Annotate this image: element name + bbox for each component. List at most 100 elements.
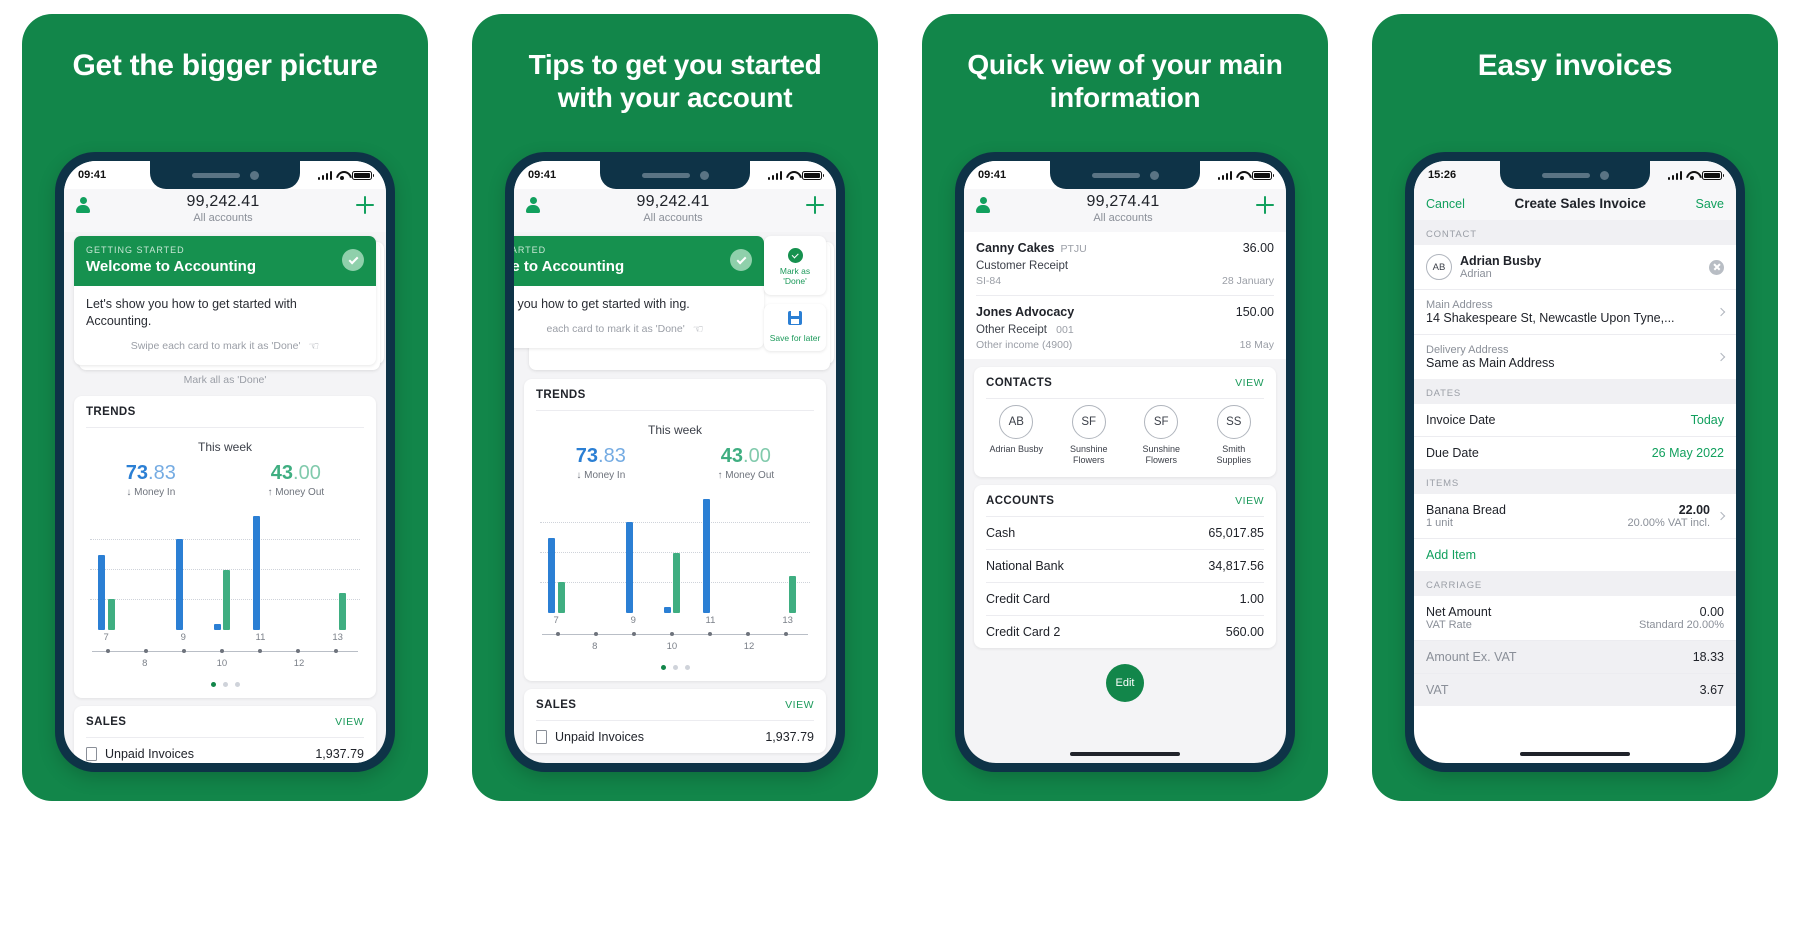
money-out-label: Money Out [725, 469, 775, 481]
sales-view-link[interactable]: VIEW [335, 716, 364, 728]
invoice-date-row[interactable]: Invoice Date Today [1414, 404, 1736, 436]
sales-view-link[interactable]: VIEW [785, 699, 814, 711]
contacts-heading: CONTACTS [986, 377, 1053, 389]
promo-panel-4: Easy invoices 15:26 Cancel Create Sales … [1350, 0, 1800, 943]
unpaid-invoices-label: Unpaid Invoices [555, 729, 644, 744]
unpaid-invoices-row[interactable]: Unpaid Invoices 1,937.79 [74, 738, 376, 763]
chart-bar [214, 623, 222, 630]
check-circle-icon[interactable] [342, 249, 364, 271]
getting-started-header: STARTED me to Accounting [514, 236, 764, 286]
account-row[interactable]: National Bank 34,817.56 [974, 550, 1276, 582]
page-title: Create Sales Invoice [1514, 196, 1646, 211]
screenshot-stage: Get the bigger picture 09:41 99,242.41 A… [0, 0, 1800, 943]
status-time: 15:26 [1428, 169, 1457, 181]
item-name: Banana Bread [1426, 503, 1506, 517]
contact-row[interactable]: AB Adrian Busby Adrian [1414, 245, 1736, 289]
save-for-later-action[interactable]: Save for later [764, 303, 826, 352]
invoice-item-row[interactable]: Banana Bread 1 unit 22.00 20.00% VAT inc… [1414, 494, 1736, 538]
carousel-dots[interactable] [524, 655, 826, 681]
account-row[interactable]: Credit Card 1.00 [974, 583, 1276, 615]
accounts-subtitle: All accounts [193, 212, 253, 224]
account-label: National Bank [986, 558, 1064, 573]
account-row[interactable]: Credit Card 2 560.00 [974, 616, 1276, 648]
edit-button[interactable]: Edit [1106, 663, 1144, 702]
trends-bar-chart [90, 510, 360, 630]
unpaid-invoices-label: Unpaid Invoices [105, 746, 194, 761]
chart-tick-label: 13 [332, 631, 343, 643]
vat-row[interactable]: VAT 3.67 [1414, 673, 1736, 706]
plus-icon[interactable] [1256, 196, 1274, 214]
accounts-view-link[interactable]: VIEW [1235, 495, 1264, 507]
clear-contact-icon[interactable] [1709, 259, 1724, 275]
unpaid-invoices-row[interactable]: Unpaid Invoices 1,937.79 [524, 721, 826, 753]
chart-bar [789, 575, 797, 613]
delivery-address-row[interactable]: Delivery Address Same as Main Address [1414, 334, 1736, 379]
getting-started-card[interactable]: STARTED me to Accounting ow you how to g… [514, 236, 764, 348]
wifi-icon [1686, 171, 1698, 180]
account-row[interactable]: Cash 65,017.85 [974, 517, 1276, 549]
delivery-address-label: Delivery Address [1426, 344, 1509, 356]
person-icon[interactable] [76, 197, 90, 213]
money-out-dec: .00 [743, 444, 771, 467]
swipe-hint-label: each card to mark it as 'Done' [546, 322, 685, 335]
app-header: 99,242.41 All accounts [64, 189, 386, 232]
getting-started-section: Mark as 'Done' Save for later STARTED [514, 232, 836, 379]
sales-heading: SALES [536, 698, 577, 711]
axis-tick [707, 631, 712, 636]
item-amount: 22.00 [1678, 503, 1710, 517]
chart-tick-label: 8 [592, 640, 598, 652]
camera-icon [699, 170, 709, 180]
money-out-label: Money Out [275, 486, 325, 498]
due-date-row[interactable]: Due Date 26 May 2022 [1414, 436, 1736, 469]
chart-tick-label: 11 [705, 614, 716, 626]
axis-tick [333, 648, 338, 653]
transaction-row[interactable]: Jones Advocacy 150.00 Other Receipt 001 … [964, 296, 1286, 359]
camera-icon [1599, 170, 1609, 180]
contact-item[interactable]: SS Smith Supplies [1206, 405, 1262, 467]
chart-bar [223, 569, 231, 630]
chart-tick-label: 9 [180, 631, 186, 643]
money-out-label-wrap: ↑ Money Out [717, 469, 775, 481]
transaction-row[interactable]: Canny Cakes PTJU 36.00 Customer Receipt S… [964, 232, 1286, 295]
person-icon[interactable] [526, 197, 540, 213]
check-circle-icon[interactable] [730, 249, 752, 271]
getting-started-card[interactable]: GETTING STARTED Welcome to Accounting Le… [74, 236, 376, 365]
person-icon[interactable] [976, 197, 990, 213]
phone-mockup-4: 15:26 Cancel Create Sales Invoice Save C… [1405, 152, 1745, 772]
net-amount-row[interactable]: Net Amount VAT Rate 0.00 Standard 20.00% [1414, 596, 1736, 640]
money-out-int: 43 [720, 444, 744, 467]
contacts-view-link[interactable]: VIEW [1235, 377, 1264, 389]
contacts-card: CONTACTS VIEW AB Adrian Busby SF Sunshin… [974, 367, 1276, 477]
accounts-subtitle: All accounts [643, 212, 703, 224]
amount-ex-vat-row[interactable]: Amount Ex. VAT 18.33 [1414, 640, 1736, 673]
home-indicator [1070, 752, 1180, 756]
account-label: Credit Card [986, 591, 1050, 606]
vat-rate-label: VAT Rate [1426, 619, 1472, 631]
cancel-button[interactable]: Cancel [1426, 197, 1465, 211]
chart-tick-label: 9 [630, 614, 636, 626]
chevron-right-icon [1716, 352, 1726, 362]
contact-item[interactable]: SF Sunshine Flowers [1133, 405, 1189, 467]
add-item-button[interactable]: Add Item [1426, 548, 1476, 562]
vat-value: 3.67 [1699, 683, 1724, 697]
money-in-stat: 73.83 ↓ Money In [126, 462, 176, 498]
mark-as-done-action[interactable]: Mark as 'Done' [764, 236, 826, 295]
save-button[interactable]: Save [1696, 197, 1725, 211]
contact-item[interactable]: SF Sunshine Flowers [1061, 405, 1117, 467]
main-address-row[interactable]: Main Address 14 Shakespeare St, Newcastl… [1414, 289, 1736, 334]
panel-title: Easy invoices [1477, 49, 1673, 82]
speaker-icon [641, 172, 690, 178]
battery-icon [1702, 170, 1724, 180]
add-item-row[interactable]: Add Item [1414, 538, 1736, 571]
chart-even-ticks: 8 10 12 [90, 658, 360, 672]
getting-started-text: ow you how to get started with ing. [514, 297, 690, 311]
carousel-dots[interactable] [74, 672, 376, 698]
plus-icon[interactable] [806, 196, 824, 214]
contact-item[interactable]: AB Adrian Busby [988, 405, 1044, 467]
status-indicators [1667, 170, 1724, 180]
chart-bar [107, 598, 115, 630]
plus-icon[interactable] [356, 196, 374, 214]
home-indicator [1520, 752, 1630, 756]
document-icon [86, 746, 97, 761]
trends-period: This week [197, 439, 253, 454]
